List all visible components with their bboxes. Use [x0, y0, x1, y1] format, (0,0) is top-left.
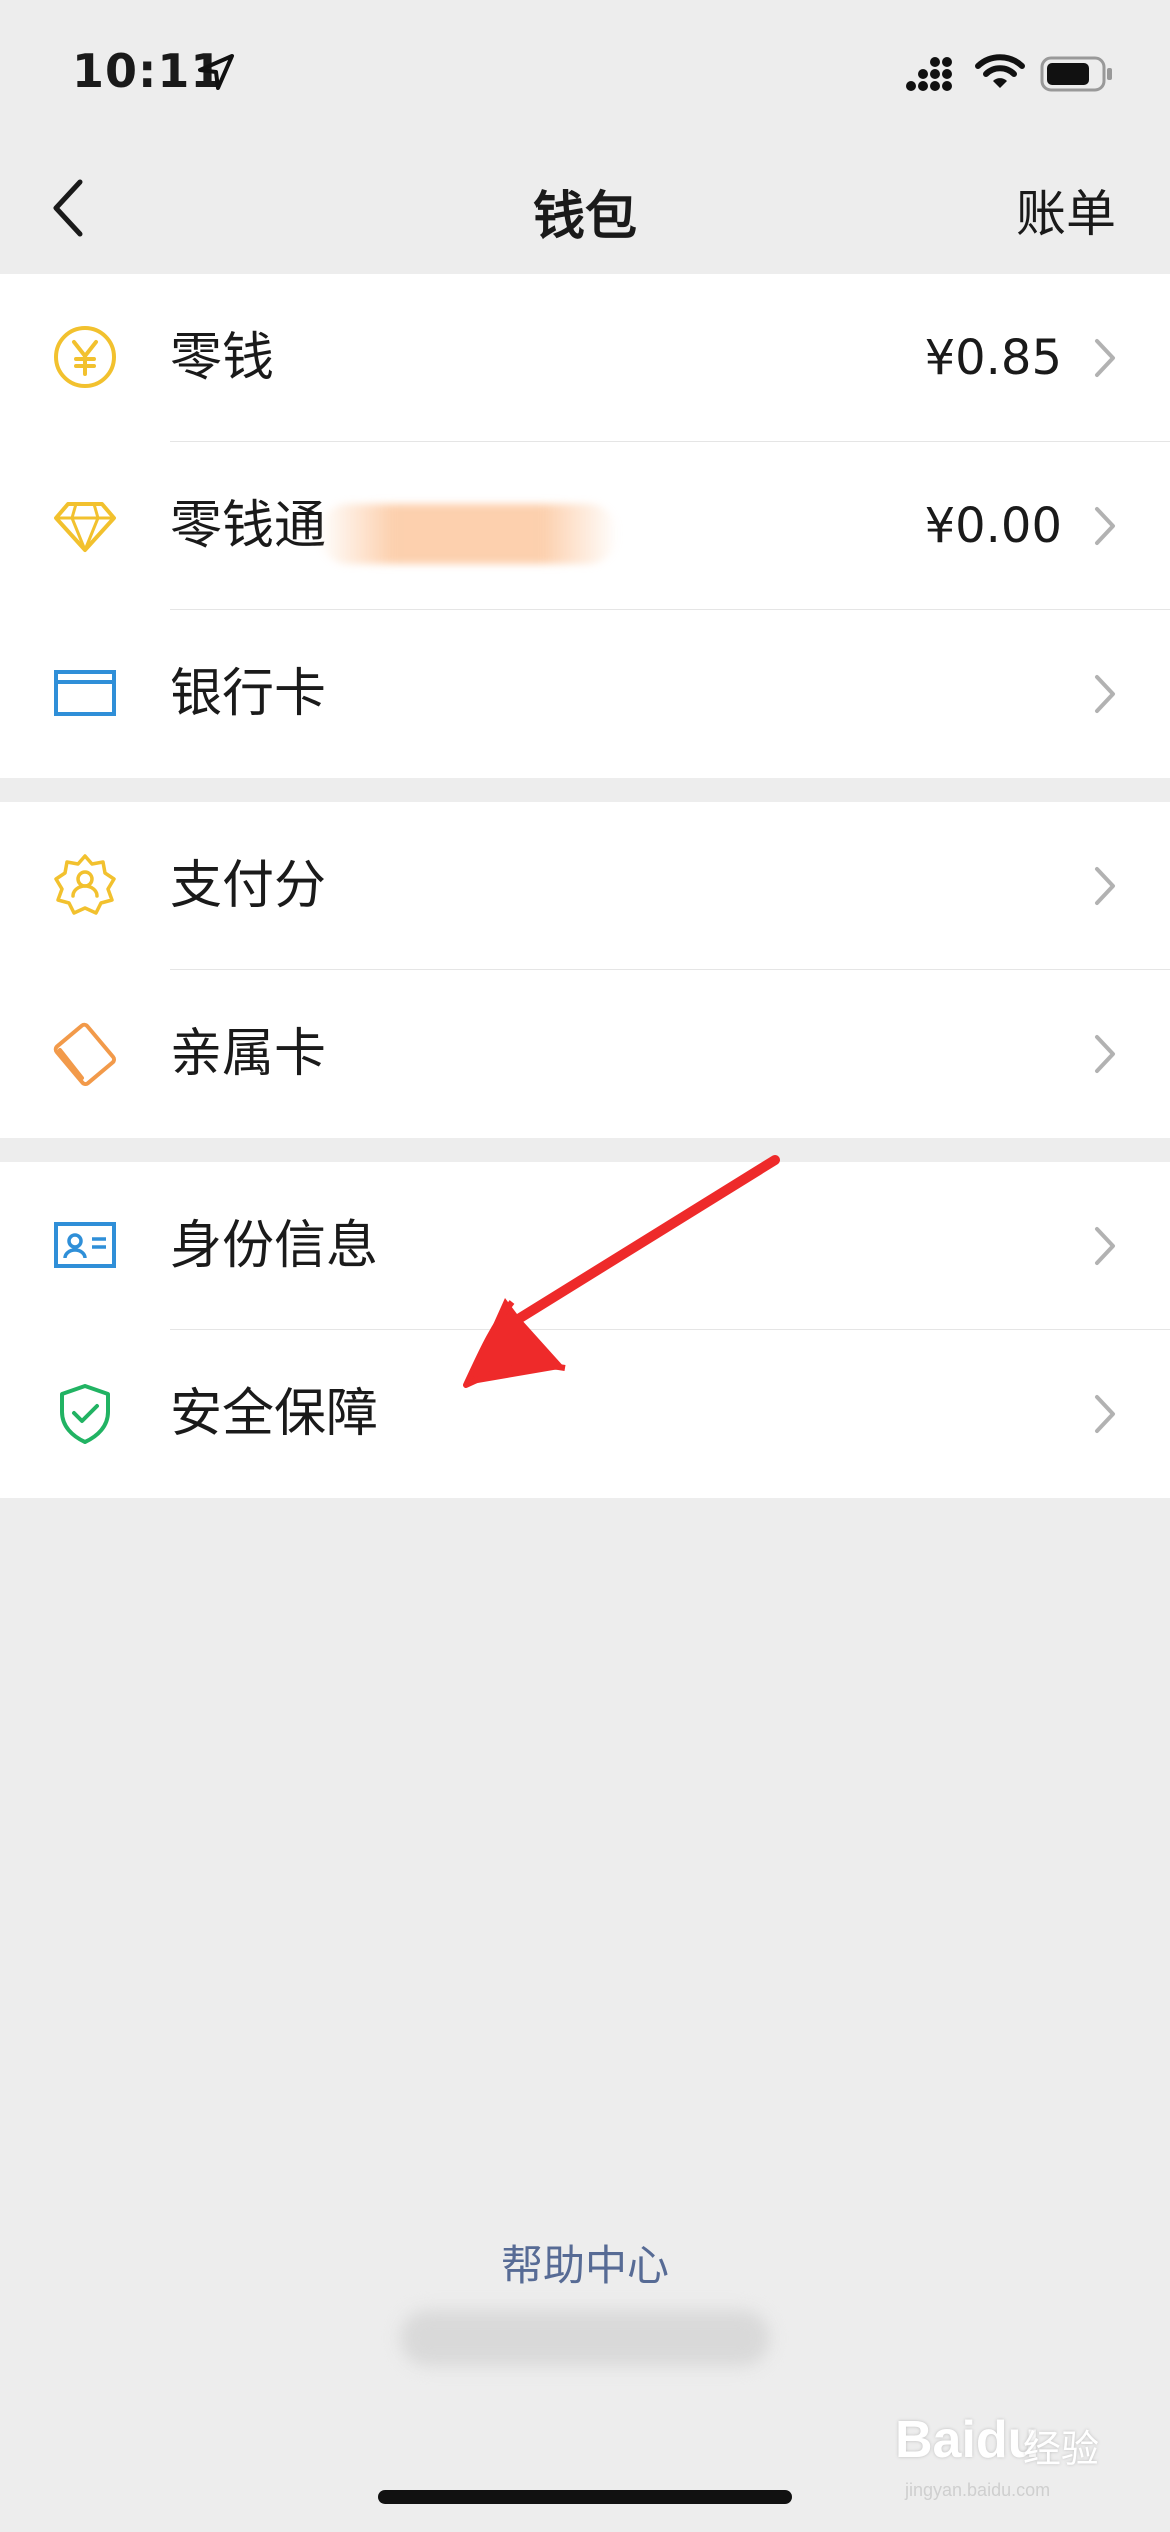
wallet-group-security: 身份信息 安全保障: [0, 1162, 1170, 1498]
balance-value: ¥0.85: [924, 330, 1062, 386]
cell-family-card[interactable]: 亲属卡: [0, 970, 1170, 1138]
bill-button[interactable]: 账单: [1016, 174, 1116, 246]
chevron-right-icon: [1095, 867, 1115, 905]
cell-change[interactable]: 零钱 ¥0.85: [0, 274, 1170, 442]
wallet-group-services: 支付分 亲属卡: [0, 802, 1170, 1138]
cell-label: 支付分: [170, 856, 327, 916]
family-card-icon: [53, 1022, 116, 1086]
badge-icon: [54, 854, 116, 915]
home-indicator[interactable]: [378, 2490, 792, 2504]
battery-icon: [1040, 56, 1112, 92]
cell-identity[interactable]: 身份信息: [0, 1162, 1170, 1330]
cell-security[interactable]: 安全保障: [0, 1330, 1170, 1498]
chevron-right-icon: [1095, 339, 1115, 377]
help-center-link[interactable]: 帮助中心: [0, 2232, 1170, 2293]
wifi-icon: [975, 54, 1025, 88]
chevron-right-icon: [1095, 675, 1115, 713]
watermark-logo: Baidu: [895, 2411, 1040, 2469]
watermark-text: 经验: [1023, 2427, 1100, 2471]
cell-label: 零钱: [170, 328, 275, 388]
shield-check-icon: [60, 1384, 110, 1444]
chevron-right-icon: [1095, 1035, 1115, 1073]
cell-pay-score[interactable]: 支付分: [0, 802, 1170, 970]
cell-bank-card[interactable]: 银行卡: [0, 610, 1170, 778]
redacted-blur: [400, 2310, 770, 2366]
wallet-group-balance: 零钱 ¥0.85 零钱通 ¥0.00 银行卡: [0, 274, 1170, 778]
cell-label: 安全保障: [170, 1384, 379, 1444]
location-arrow-icon: [198, 54, 234, 90]
id-card-icon: [54, 1222, 116, 1268]
page-title: 钱包: [532, 187, 637, 247]
nav-bar: 钱包 账单: [0, 140, 1170, 274]
signal-icon: [906, 57, 952, 91]
yuan-coin-icon: [54, 326, 116, 388]
balance-value: ¥0.00: [924, 498, 1062, 554]
cell-label: 身份信息: [170, 1216, 379, 1276]
diamond-icon: [54, 502, 116, 552]
redacted-blur: [318, 504, 618, 564]
cell-label: 亲属卡: [170, 1024, 327, 1084]
bank-card-icon: [54, 670, 116, 716]
cell-label: 零钱通: [170, 496, 327, 556]
baidu-jingyan-watermark: Baidu 经验 jingyan.baidu.com: [895, 2410, 1135, 2500]
chevron-right-icon: [1095, 507, 1115, 545]
chevron-right-icon: [1095, 1395, 1115, 1433]
cell-change-pass[interactable]: 零钱通 ¥0.00: [0, 442, 1170, 610]
status-bar: 10:11: [0, 0, 1170, 140]
cell-label: 银行卡: [170, 664, 327, 724]
chevron-right-icon: [1095, 1227, 1115, 1265]
watermark-url: jingyan.baidu.com: [905, 2480, 1051, 2500]
